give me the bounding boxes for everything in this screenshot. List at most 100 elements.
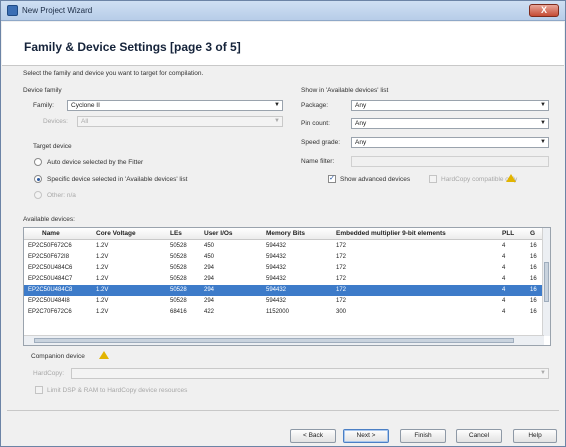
memory-bits-cell: 594432 [266, 254, 287, 260]
devices-value: All [81, 118, 89, 125]
back-button[interactable]: < Back [290, 429, 336, 443]
memory-bits-cell: 594432 [266, 243, 287, 249]
g-cell: 16 [530, 298, 537, 304]
table-row[interactable]: EP2C50F672C6 1.2V 50528 450 594432 172 4… [24, 241, 544, 252]
pin-count-label: Pin count: [301, 120, 330, 127]
core-voltage-cell: 1.2V [96, 287, 109, 293]
core-voltage-cell: 1.2V [96, 265, 109, 271]
pll-cell: 4 [502, 287, 506, 293]
multiplier-cell: 172 [336, 243, 347, 249]
memory-bits-cell: 594432 [266, 265, 287, 271]
finish-button[interactable]: Finish [400, 429, 446, 443]
pll-cell: 4 [502, 309, 506, 315]
table-row-selected[interactable]: EP2C50U484C8 1.2V 50528 294 594432 172 4… [24, 285, 544, 296]
name-filter-label: Name filter: [301, 158, 335, 165]
user-ios-cell: 294 [204, 276, 215, 282]
app-icon [7, 5, 18, 16]
limit-dsp-ram-checkbox[interactable] [35, 386, 43, 394]
les-cell: 50528 [170, 298, 187, 304]
les-cell: 68416 [170, 309, 187, 315]
chevron-down-icon: ▼ [540, 139, 546, 145]
hardcopy-label: HardCopy: [33, 370, 65, 377]
new-project-wizard-window: New Project Wizard X Family & Device Set… [0, 0, 566, 447]
devices-label: Devices: [43, 118, 68, 125]
column-header-les[interactable]: LEs [170, 228, 182, 240]
target-device-heading: Target device [33, 143, 72, 150]
les-cell: 50528 [170, 254, 187, 260]
specific-device-label: Specific device selected in 'Available d… [47, 176, 188, 183]
help-button[interactable]: Help [513, 429, 557, 443]
user-ios-cell: 294 [204, 287, 215, 293]
wizard-header: Family & Device Settings [page 3 of 5] [2, 22, 564, 66]
table-row[interactable]: EP2C50U484C7 1.2V 50528 294 594432 172 4… [24, 274, 544, 285]
device-name-cell: EP2C50U484I8 [28, 298, 70, 304]
device-name-cell: EP2C50U484C7 [28, 276, 73, 282]
cancel-button[interactable]: Cancel [456, 429, 502, 443]
hardcopy-compatible-checkbox[interactable] [429, 175, 437, 183]
g-cell: 16 [530, 265, 537, 271]
device-name-cell: EP2C50U484C8 [28, 287, 73, 293]
column-header-user-ios[interactable]: User I/Os [204, 228, 233, 240]
limit-dsp-ram-label: Limit DSP & RAM to HardCopy device resou… [47, 387, 188, 394]
column-header-core-voltage[interactable]: Core Voltage [96, 228, 136, 240]
warning-icon [99, 351, 109, 359]
core-voltage-cell: 1.2V [96, 298, 109, 304]
pll-cell: 4 [502, 298, 506, 304]
device-name-cell: EP2C50F672C6 [28, 243, 72, 249]
user-ios-cell: 294 [204, 298, 215, 304]
available-devices-table[interactable]: Name Core Voltage LEs User I/Os Memory B… [23, 227, 551, 346]
table-row[interactable]: EP2C70F672C6 1.2V 68416 422 1152000 300 … [24, 307, 544, 318]
vertical-scrollbar[interactable] [542, 228, 550, 336]
family-value: Cyclone II [71, 102, 100, 109]
devices-select[interactable]: All ▼ [77, 116, 283, 127]
table-row[interactable]: EP2C50U484C6 1.2V 50528 294 594432 172 4… [24, 263, 544, 274]
les-cell: 50528 [170, 265, 187, 271]
multiplier-cell: 172 [336, 254, 347, 260]
pin-count-select[interactable]: Any ▼ [351, 118, 549, 129]
column-header-embedded-multiplier[interactable]: Embedded multiplier 9-bit elements [336, 228, 446, 240]
window-title: New Project Wizard [22, 6, 93, 15]
multiplier-cell: 172 [336, 287, 347, 293]
g-cell: 16 [530, 287, 537, 293]
table-row[interactable]: EP2C50F672I8 1.2V 50528 450 594432 172 4… [24, 252, 544, 263]
family-select[interactable]: Cyclone II ▼ [67, 100, 283, 111]
package-value: Any [355, 102, 367, 109]
les-cell: 50528 [170, 287, 187, 293]
les-cell: 50528 [170, 276, 187, 282]
show-advanced-label: Show advanced devices [340, 176, 411, 183]
column-header-name[interactable]: Name [42, 228, 60, 240]
column-header-memory-bits[interactable]: Memory Bits [266, 228, 305, 240]
memory-bits-cell: 1152000 [266, 309, 289, 315]
horizontal-scroll-thumb[interactable] [34, 338, 514, 343]
hardcopy-select[interactable]: ▼ [71, 368, 549, 379]
pin-count-value: Any [355, 120, 367, 127]
device-family-heading: Device family [23, 87, 62, 94]
table-row[interactable]: EP2C50U484I8 1.2V 50528 294 594432 172 4… [24, 296, 544, 307]
next-button[interactable]: Next > [343, 429, 389, 443]
pll-cell: 4 [502, 243, 506, 249]
footer-divider [7, 410, 559, 411]
chevron-down-icon: ▼ [274, 118, 280, 124]
speed-grade-label: Speed grade: [301, 139, 341, 146]
speed-grade-select[interactable]: Any ▼ [351, 137, 549, 148]
auto-device-label: Auto device selected by the Fitter [47, 159, 144, 166]
auto-device-radio[interactable] [34, 158, 42, 166]
page-subtitle: Select the family and device you want to… [23, 70, 204, 77]
column-header-pll[interactable]: PLL [502, 228, 514, 240]
package-select[interactable]: Any ▼ [351, 100, 549, 111]
vertical-scroll-thumb[interactable] [544, 262, 549, 302]
companion-device-heading: Companion device [31, 353, 85, 360]
horizontal-scrollbar[interactable] [24, 335, 544, 345]
show-advanced-checkbox[interactable]: ✓ [328, 175, 336, 183]
pll-cell: 4 [502, 276, 506, 282]
specific-device-radio[interactable] [34, 175, 42, 183]
chevron-down-icon: ▼ [540, 120, 546, 126]
memory-bits-cell: 594432 [266, 287, 287, 293]
close-button[interactable]: X [529, 4, 559, 17]
column-header-g[interactable]: G [530, 228, 535, 240]
multiplier-cell: 172 [336, 265, 347, 271]
name-filter-input[interactable] [351, 156, 549, 167]
les-cell: 50528 [170, 243, 187, 249]
other-device-radio[interactable] [34, 191, 42, 199]
device-name-cell: EP2C70F672C6 [28, 309, 72, 315]
